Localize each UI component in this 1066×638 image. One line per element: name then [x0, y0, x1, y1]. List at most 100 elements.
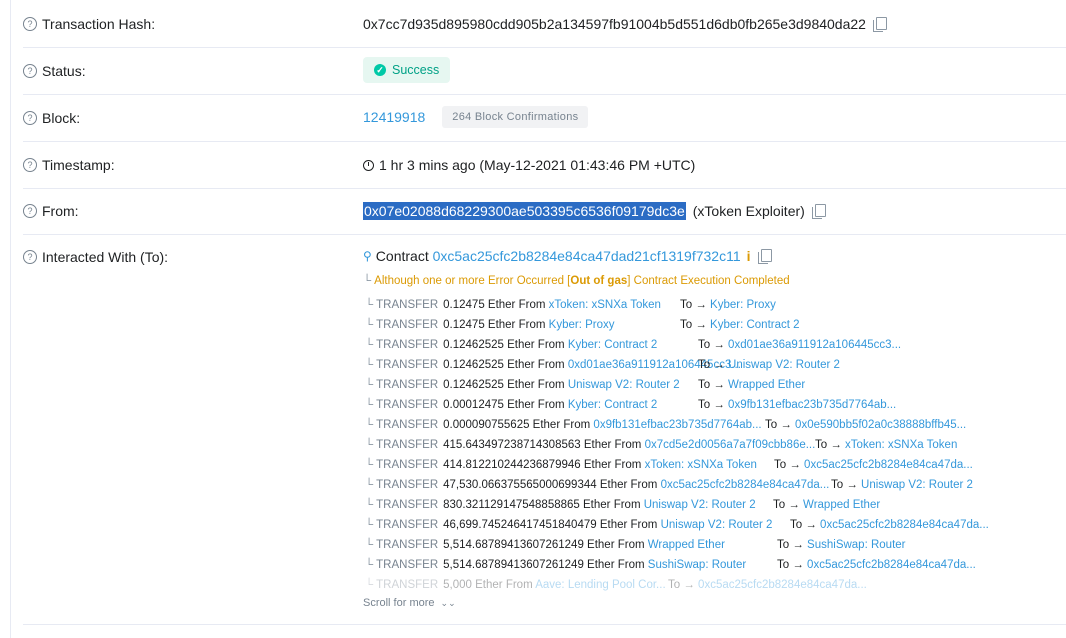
transfer-to-link[interactable]: SushiSwap: Router	[807, 539, 905, 551]
to-arrow-word: To →	[680, 299, 707, 311]
transfer-from-link[interactable]: Uniswap V2: Router 2	[661, 519, 773, 531]
contract-address-link[interactable]: 0xc5ac25cfc2b8284e84ca47dad21cf1319f732c…	[433, 248, 741, 264]
to-arrow-word: To →	[773, 499, 800, 511]
row-timestamp: ? Timestamp: 1 hr 3 mins ago (May-12-202…	[23, 141, 1066, 189]
transfer-from-link[interactable]: Wrapped Ether	[648, 539, 725, 551]
transfer-to-link[interactable]: 0x0e590bb5f02a0c38888bffb45...	[795, 419, 966, 431]
transfer-row: └ TRANSFER 414.812210244236879946 Ether Fr…	[365, 459, 757, 471]
tree-branch-icon: └	[365, 359, 374, 371]
transfer-to-link[interactable]: 0xc5ac25cfc2b8284e84ca47da...	[820, 519, 989, 531]
transfer-from-link[interactable]: 0x7cd5e2d0056a7a7f09cbb86e...	[645, 439, 816, 451]
copy-icon[interactable]	[811, 203, 826, 219]
info-icon[interactable]: i	[747, 248, 751, 264]
question-icon[interactable]: ?	[23, 111, 37, 125]
transfer-row: └ TRANSFER 0.12462525 Ether From Uniswap V…	[365, 379, 680, 391]
tree-branch-icon: └	[365, 499, 374, 511]
transfer-to-link[interactable]: Kyber: Contract 2	[710, 319, 799, 331]
copy-icon[interactable]	[872, 16, 887, 32]
transfer-to-link[interactable]: 0xc5ac25cfc2b8284e84ca47da...	[807, 559, 976, 571]
from-address-link[interactable]: 0x07e02088d68229300ae503395c6536f09179dc…	[363, 202, 686, 220]
transfer-to-link[interactable]: xToken: xSNXa Token	[845, 439, 957, 451]
transfer-to-link[interactable]: Uniswap V2: Router 2	[728, 359, 840, 371]
transfer-amount: 415.643497238714308563 Ether	[443, 439, 612, 451]
transfer-to-link[interactable]: Kyber: Proxy	[710, 299, 776, 311]
from-word: From	[617, 539, 645, 551]
transfer-to: To → 0xc5ac25cfc2b8284e84ca47da...	[774, 459, 973, 471]
transfer-to: To → Uniswap V2: Router 2	[698, 359, 840, 371]
question-icon[interactable]: ?	[23, 250, 37, 264]
transfer-to: To → xToken: xSNXa Token	[815, 439, 957, 451]
status-label: ? Status:	[23, 63, 86, 79]
transfer-to: To → 0x0e590bb5f02a0c38888bffb45...	[765, 419, 966, 431]
transfer-from-link[interactable]: Uniswap V2: Router 2	[568, 379, 680, 391]
tree-branch-icon: └	[365, 419, 374, 431]
transfer-amount: 5,514.68789413607261249 Ether	[443, 539, 615, 551]
transfer-amount: 830.321129147548858865 Ether	[443, 499, 611, 511]
transfer-to-link[interactable]: 0x9fb131efbac23b735d7764ab...	[728, 399, 896, 411]
transfer-from-link[interactable]: 0x9fb131efbac23b735d7764ab...	[593, 419, 761, 431]
from-word: From	[614, 439, 642, 451]
from-word: From	[537, 359, 565, 371]
transfer-amount: 0.12475 Ether	[443, 299, 516, 311]
interacted-label: ? Interacted With (To):	[23, 249, 168, 265]
transfer-from-link[interactable]: Aave: Lending Pool Cor...	[535, 579, 665, 591]
transfer-label: TRANSFER	[376, 359, 439, 371]
contract-value: ⚲ Contract 0xc5ac25cfc2b8284e84ca47dad21…	[363, 248, 772, 264]
transfer-amount: 0.12462525 Ether	[443, 379, 535, 391]
transfer-row: └ TRANSFER 0.12462525 Ether From Kyber: Co…	[365, 339, 657, 351]
from-word: From	[518, 299, 546, 311]
transfer-label: TRANSFER	[376, 479, 439, 491]
tree-branch-icon: └	[365, 539, 374, 551]
transfer-from-link[interactable]: Kyber: Contract 2	[568, 399, 657, 411]
block-number-link[interactable]: 12419918	[363, 109, 425, 125]
transfer-from-link[interactable]: xToken: xSNXa Token	[645, 459, 757, 471]
to-arrow-word: To →	[790, 519, 817, 531]
to-arrow-word: To →	[774, 459, 801, 471]
transfer-amount: 0.12462525 Ether	[443, 339, 535, 351]
transfer-to: To → 0xd01ae36a911912a106445cc3...	[698, 339, 901, 351]
to-arrow-word: To →	[777, 539, 804, 551]
transfer-to: To → 0xc5ac25cfc2b8284e84ca47da...	[777, 559, 976, 571]
transfer-to-link[interactable]: Wrapped Ether	[803, 499, 880, 511]
question-icon[interactable]: ?	[23, 17, 37, 31]
block-label: ? Block:	[23, 110, 80, 126]
tree-branch-icon: └	[365, 439, 374, 451]
transfer-to-link[interactable]: 0xd01ae36a911912a106445cc3...	[728, 339, 901, 351]
transfer-to-link[interactable]: Wrapped Ether	[728, 379, 805, 391]
transfer-row: └ TRANSFER 415.643497238714308563 Ether Fr…	[365, 439, 815, 451]
transfer-label: TRANSFER	[376, 339, 439, 351]
tree-branch-icon: └	[365, 559, 374, 571]
transfer-row: └ TRANSFER 0.00012475 Ether From Kyber: Co…	[365, 399, 657, 411]
transfer-to: To → 0x9fb131efbac23b735d7764ab...	[698, 399, 896, 411]
timestamp-value: 1 hr 3 mins ago (May-12-2021 01:43:46 PM…	[363, 157, 695, 173]
transfer-from-link[interactable]: Uniswap V2: Router 2	[644, 499, 756, 511]
transfer-to-link[interactable]: 0xc5ac25cfc2b8284e84ca47da...	[804, 459, 973, 471]
transfer-from-link[interactable]: SushiSwap: Router	[648, 559, 746, 571]
transfer-label: TRANSFER	[376, 299, 439, 311]
from-word: From	[630, 519, 658, 531]
from-word: From	[617, 559, 645, 571]
transfer-row: └ TRANSFER 0.000090755625 Ether From 0x9fb…	[365, 419, 762, 431]
transfer-label: TRANSFER	[376, 419, 439, 431]
tx-hash-text: 0x7cc7d935d895980cdd905b2a134597fb91004b…	[363, 16, 866, 32]
transfer-from-link[interactable]: Kyber: Proxy	[549, 319, 615, 331]
to-arrow-word: To →	[680, 319, 707, 331]
copy-icon[interactable]	[757, 248, 772, 264]
question-icon[interactable]: ?	[23, 158, 37, 172]
transfer-from-link[interactable]: xToken: xSNXa Token	[549, 299, 661, 311]
transfer-from-link[interactable]: 0xc5ac25cfc2b8284e84ca47da...	[661, 479, 830, 491]
transfer-row: └ TRANSFER 0.12462525 Ether From 0xd01ae36…	[365, 359, 741, 371]
transfer-row: └ TRANSFER 0.12475 Ether From xToken: xSNX…	[365, 299, 661, 311]
to-arrow-word: To →	[831, 479, 858, 491]
from-word: From	[630, 479, 658, 491]
tree-branch-icon: └	[365, 579, 374, 591]
question-icon[interactable]: ?	[23, 204, 37, 218]
scroll-for-more[interactable]: Scroll for more ⌄⌄	[363, 597, 456, 609]
tx-hash-value: 0x7cc7d935d895980cdd905b2a134597fb91004b…	[363, 16, 887, 32]
transfer-to: To → Kyber: Proxy	[680, 299, 776, 311]
transfer-to-link[interactable]: 0xc5ac25cfc2b8284e84ca47da...	[698, 579, 867, 591]
question-icon[interactable]: ?	[23, 64, 37, 78]
transfer-to-link[interactable]: Uniswap V2: Router 2	[861, 479, 973, 491]
transfer-from-link[interactable]: Kyber: Contract 2	[568, 339, 657, 351]
tx-hash-label: ? Transaction Hash:	[23, 16, 155, 32]
